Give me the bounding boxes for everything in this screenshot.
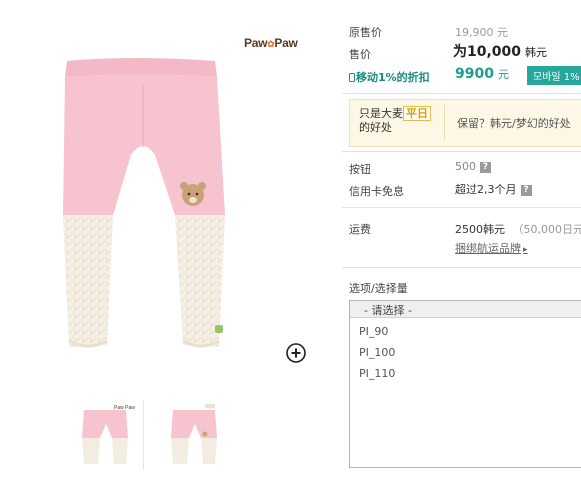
promo-title-prefix: 只是大麦: [359, 107, 403, 120]
button-value-row: 500?: [455, 160, 491, 173]
zoom-in-icon[interactable]: [286, 343, 306, 363]
mobile-price: 9900 元: [455, 66, 509, 82]
promo-description[interactable]: 保留？韩元/梦幻的好处: [457, 115, 571, 131]
question-icon[interactable]: ?: [480, 161, 491, 173]
shipping-value: 2500韩元: [455, 223, 505, 236]
promo-title-highlight: 平日: [403, 106, 431, 121]
mobile-discount-label: 移动1%的折扣: [349, 69, 430, 85]
option-item[interactable]: PI_110: [359, 367, 395, 380]
promo-title: 只是大麦 平日 的好处: [359, 106, 431, 135]
brand-logo: Paw✿Paw: [244, 36, 298, 50]
options-label: 选项/选择量: [349, 282, 408, 295]
thumbnail-divider: [143, 400, 144, 470]
mobile-badge: 모바일 1%: [527, 66, 581, 85]
mobile-price-unit: 元: [497, 68, 509, 81]
button-value: 500: [455, 160, 476, 173]
button-label: 按钮: [349, 163, 371, 176]
option-placeholder-text: - 请选择 -: [364, 304, 412, 317]
original-price-label: 原售价: [349, 26, 382, 39]
product-thumbnail-2[interactable]: [165, 402, 225, 468]
divider: [342, 151, 581, 152]
shipping-row: 2500韩元 （50,000日元以: [455, 221, 581, 237]
divider: [342, 207, 581, 208]
divider: [342, 267, 581, 268]
mobile-price-value: 9900: [455, 66, 494, 82]
sale-price: 为10,000 韩元: [453, 41, 547, 61]
brand-name-right: Paw: [274, 36, 298, 50]
brand-name-left: Paw: [244, 36, 268, 50]
bundle-shipping-text: 捆绑航运品牌: [455, 242, 521, 255]
divider: [342, 93, 581, 94]
question-icon[interactable]: ?: [520, 184, 532, 196]
promo-divider: [444, 104, 445, 140]
sale-price-label: 售价: [349, 48, 371, 61]
product-thumbnail-1[interactable]: Paw Paw: [78, 402, 138, 468]
promo-title-suffix: 的好处: [359, 121, 392, 134]
option-item[interactable]: PI_100: [359, 346, 395, 359]
option-placeholder[interactable]: - 请选择 -: [350, 301, 581, 318]
arrow-right-icon: ▸: [523, 245, 528, 255]
shipping-label: 运费: [349, 223, 371, 236]
original-price-value: 19,900 元: [455, 26, 508, 39]
product-main-image: [63, 58, 225, 348]
mobile-phone-icon: [349, 73, 355, 82]
shipping-note: （50,000日元以: [512, 223, 581, 236]
option-item[interactable]: PI_90: [359, 325, 388, 338]
mobile-discount-text: 移动1%的折扣: [356, 71, 430, 84]
card-interest-row: 超过2,3个月?: [455, 181, 532, 197]
sale-price-value: 为10,000: [453, 44, 522, 60]
bundle-shipping-link[interactable]: 捆绑航运品牌 ▸: [455, 240, 528, 256]
sale-price-unit: 韩元: [525, 46, 548, 59]
card-interest-value: 超过2,3个月: [455, 183, 517, 196]
card-interest-label: 信用卡免息: [349, 185, 404, 198]
